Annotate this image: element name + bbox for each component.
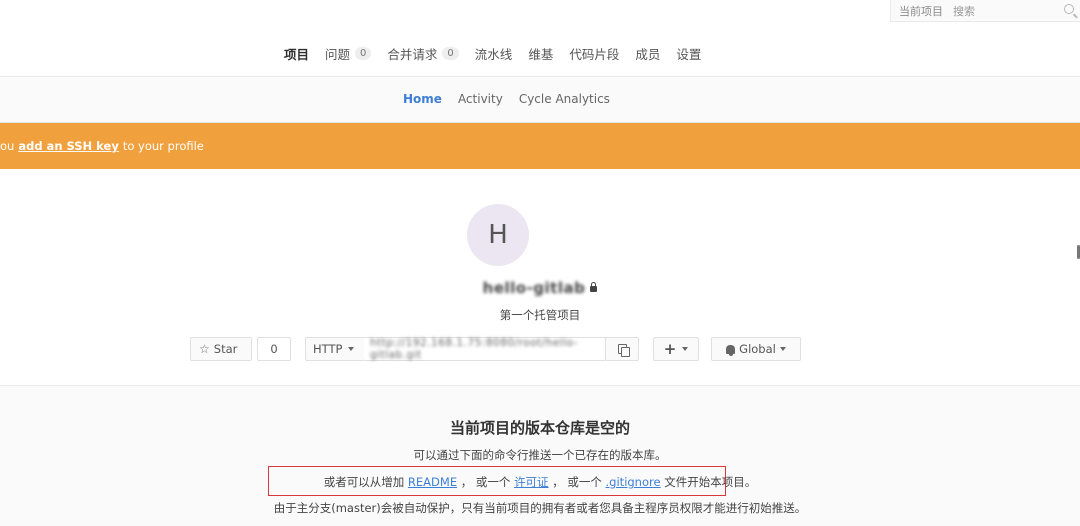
project-name: hello-gitlab [482,279,586,297]
star-button[interactable]: ☆ Star [190,337,252,361]
nav-members[interactable]: 成员 [627,36,668,83]
star-icon: ☆ [199,342,210,356]
issues-count-badge: 0 [355,47,372,60]
project-description: 第一个托管项目 [499,308,581,322]
clone-protocol-dropdown[interactable]: HTTP [305,337,365,361]
project-title: hello-gitlab [0,279,1080,297]
tab-home[interactable]: Home [395,92,450,106]
notification-label: Global [739,342,776,356]
nav-settings[interactable]: 设置 [668,36,709,83]
nav-merge-requests[interactable]: 合并请求 0 [379,36,466,83]
nav-pipelines[interactable]: 流水线 [467,36,521,83]
gitignore-link[interactable]: .gitignore [606,475,661,489]
license-link[interactable]: 许可证 [514,475,549,489]
clone-url-text: http://192.168.1.75:8080/root/hello-gitl… [370,337,579,361]
ssh-key-banner: ou add an SSH key to your profile [0,123,1080,169]
chevron-down-icon [682,347,689,351]
star-label: Star [213,342,238,356]
empty-repo-hint: 可以通过下面的命令行推送一个已存在的版本库。 [413,448,667,462]
notification-dropdown[interactable]: Global [711,337,801,361]
branch-protection-note: 由于主分支(master)会被自动保护，只有当前项目的拥有者或者您具备主程序员权… [273,501,807,515]
plus-icon: + [663,339,677,358]
project-nav: 项目 问题 0 合并请求 0 流水线 维基 代码片段 成员 设置 [0,0,1080,84]
clone-url-input[interactable]: http://192.168.1.75:8080/root/hello-gitl… [364,337,606,361]
chevron-down-icon [779,347,786,351]
lock-icon [590,282,598,292]
merge-requests-count-badge: 0 [442,47,459,60]
project-avatar: H [467,204,529,266]
add-new-dropdown[interactable]: + [653,337,699,361]
sub-nav: Home Activity Cycle Analytics [0,78,1080,123]
chevron-down-icon [348,347,355,351]
nav-project[interactable]: 项目 [276,36,318,84]
copy-url-button[interactable] [605,337,639,361]
banner-prefix: ou [0,139,15,153]
banner-suffix: to your profile [122,139,204,153]
bell-icon [726,344,736,356]
empty-repo-title: 当前项目的版本仓库是空的 [449,419,630,437]
add-ssh-key-link[interactable]: add an SSH key [18,139,119,153]
nav-issues[interactable]: 问题 0 [317,36,379,83]
copy-icon [617,344,630,357]
empty-repo-section: 当前项目的版本仓库是空的 可以通过下面的命令行推送一个已存在的版本库。 或者可以… [0,385,1080,526]
tab-activity[interactable]: Activity [450,92,511,106]
nav-snippets[interactable]: 代码片段 [561,36,627,83]
star-count[interactable]: 0 [257,337,291,361]
nav-wiki[interactable]: 维基 [520,36,561,83]
tab-cycle-analytics[interactable]: Cycle Analytics [511,92,618,106]
add-file-hint: 或者可以从增加 README ， 或一个 许可证 ， 或一个 .gitignor… [323,475,757,489]
protocol-label: HTTP [313,342,343,356]
readme-link[interactable]: README [408,475,457,489]
